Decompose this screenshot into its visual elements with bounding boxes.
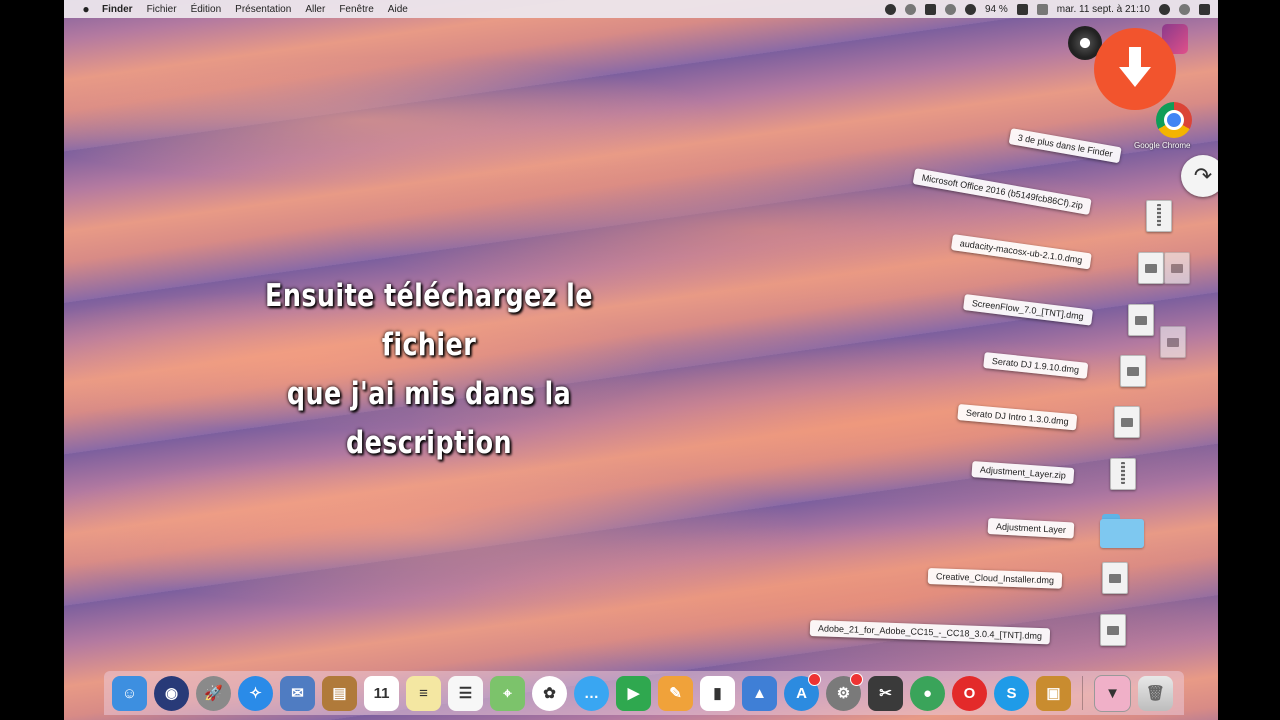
menu-aide[interactable]: Aide (388, 4, 408, 15)
menu-finder[interactable]: Finder (102, 4, 133, 15)
file-icon-dmg[interactable] (1120, 355, 1146, 387)
system-preferences-icon[interactable]: ⚙ (826, 672, 863, 711)
drag-label-audacity: audacity-macosx-ub-2.1.0.dmg (950, 234, 1092, 270)
dock: ☺ ◉ 🚀 ✧ ✉ ▤ 11 ≡ ☰ ⌖ ✿… ▶ ✎ ▮ ▲ A ⚙ ✂ ● O S ▣ ▼ 🗑 (104, 671, 1184, 715)
file-icon-dmg[interactable] (1128, 304, 1154, 336)
drag-label-adjustment-layer-zip: Adjustment_Layer.zip (971, 461, 1075, 485)
calendar-icon[interactable]: 11 (364, 675, 399, 711)
menu-aller[interactable]: Aller (305, 4, 325, 15)
menu-edition[interactable]: Édition (191, 4, 222, 15)
finder-icon[interactable]: ☺ (112, 675, 147, 711)
screenflow-status-icon[interactable] (884, 3, 896, 15)
keynote-icon[interactable]: ▲ (742, 675, 777, 711)
drag-label-microsoft-office: Microsoft Office 2016 (b5149fcb86Cf).zip (912, 168, 1093, 216)
file-icon-zip[interactable] (1110, 458, 1136, 490)
drag-label-adobe-zii: Adobe_21_for_Adobe_CC15_-_CC18_3.0.4_[TN… (809, 620, 1051, 645)
skype-icon[interactable]: S (994, 675, 1029, 711)
notification-badge (850, 672, 863, 686)
trash-icon[interactable]: 🗑 (1138, 675, 1173, 711)
maps-icon[interactable]: ⌖ (490, 675, 525, 711)
stickies-icon[interactable]: ≡ (406, 675, 441, 711)
file-icon-dmg[interactable] (1138, 252, 1164, 284)
siri-status-icon[interactable] (1179, 3, 1190, 15)
launchpad-icon[interactable]: 🚀 (196, 675, 231, 711)
cloud-status-icon[interactable] (904, 3, 916, 15)
notification-center-icon[interactable] (1199, 3, 1210, 15)
download-arrow-icon (1119, 47, 1151, 87)
file-icon-zip[interactable] (1146, 200, 1172, 232)
drag-label-more-in-finder: 3 de plus dans le Finder (1008, 128, 1122, 164)
drag-label-serato-dj: Serato DJ 1.9.10.dmg (983, 352, 1088, 379)
chrome-icon[interactable]: ● (910, 675, 945, 711)
caption-line-2: que j'ai mis dans la description (286, 376, 572, 461)
menu-fenetre[interactable]: Fenêtre (339, 4, 373, 15)
final-cut-icon[interactable]: ✂ (868, 675, 903, 711)
downloads-stack-icon[interactable]: ▼ (1094, 674, 1131, 712)
facetime-icon[interactable]: ▶ (616, 675, 651, 711)
spotlight-icon[interactable] (1159, 3, 1170, 15)
pages-icon[interactable]: ✎ (658, 675, 693, 711)
file-icon-dmg[interactable] (1102, 562, 1128, 594)
apple-menu-icon[interactable]: ● (80, 2, 92, 16)
reminders-icon[interactable]: ☰ (448, 675, 483, 711)
siri-icon[interactable]: ◉ (154, 675, 189, 711)
messages-icon[interactable]: … (574, 675, 609, 711)
google-chrome-desktop-icon[interactable] (1156, 102, 1192, 138)
battery-percent[interactable]: 94 % (985, 4, 1008, 15)
file-icon-dmg[interactable] (1164, 252, 1190, 284)
file-icon-dmg[interactable] (1160, 326, 1186, 358)
photos-icon[interactable]: ✿ (532, 675, 567, 711)
menu-fichier[interactable]: Fichier (147, 4, 177, 15)
share-arrow-icon[interactable]: ↷ (1181, 155, 1218, 197)
bluetooth-status-icon[interactable] (944, 3, 956, 15)
input-source-icon[interactable] (1036, 3, 1048, 15)
file-icon-dmg[interactable] (1100, 614, 1126, 646)
folder-icon[interactable] (1100, 514, 1144, 548)
menu-presentation[interactable]: Présentation (235, 4, 291, 15)
drag-label-serato-dj-intro: Serato DJ Intro 1.3.0.dmg (957, 404, 1078, 431)
clock[interactable]: mar. 11 sept. à 21:10 (1057, 4, 1150, 15)
safari-icon[interactable]: ✧ (238, 675, 273, 711)
numbers-icon[interactable]: ▮ (700, 675, 735, 711)
caption-line-1: Ensuite téléchargez le fichier (265, 278, 593, 363)
mail-photo-icon[interactable]: ✉ (280, 675, 315, 711)
display-status-icon[interactable] (924, 3, 936, 15)
drag-label-adjustment-layer-folder: Adjustment Layer (987, 518, 1075, 539)
drag-label-creative-cloud: Creative_Cloud_Installer.dmg (927, 568, 1063, 589)
wifi-status-icon[interactable] (964, 3, 976, 15)
desktop[interactable]: ● Finder Fichier Édition Présentation Al… (64, 0, 1218, 720)
google-chrome-label: Google Chrome (1134, 141, 1191, 150)
file-icon-dmg[interactable] (1114, 406, 1140, 438)
battery-icon[interactable] (1016, 3, 1028, 15)
video-caption: Ensuite téléchargez le fichier que j'ai … (228, 272, 630, 468)
status-bar: 94 % mar. 11 sept. à 21:10 (884, 0, 1210, 18)
drag-label-screenflow: ScreenFlow_7.0_[TNT].dmg (963, 294, 1093, 326)
download-button[interactable] (1094, 28, 1176, 110)
notes-book-icon[interactable]: ▤ (322, 675, 357, 711)
opera-icon[interactable]: O (952, 675, 987, 711)
dock-separator (1082, 676, 1083, 710)
menu-bar: ● Finder Fichier Édition Présentation Al… (64, 0, 1218, 18)
archive-utility-icon[interactable]: ▣ (1036, 675, 1071, 711)
notification-badge (808, 672, 821, 686)
app-store-icon[interactable]: A (784, 672, 821, 711)
